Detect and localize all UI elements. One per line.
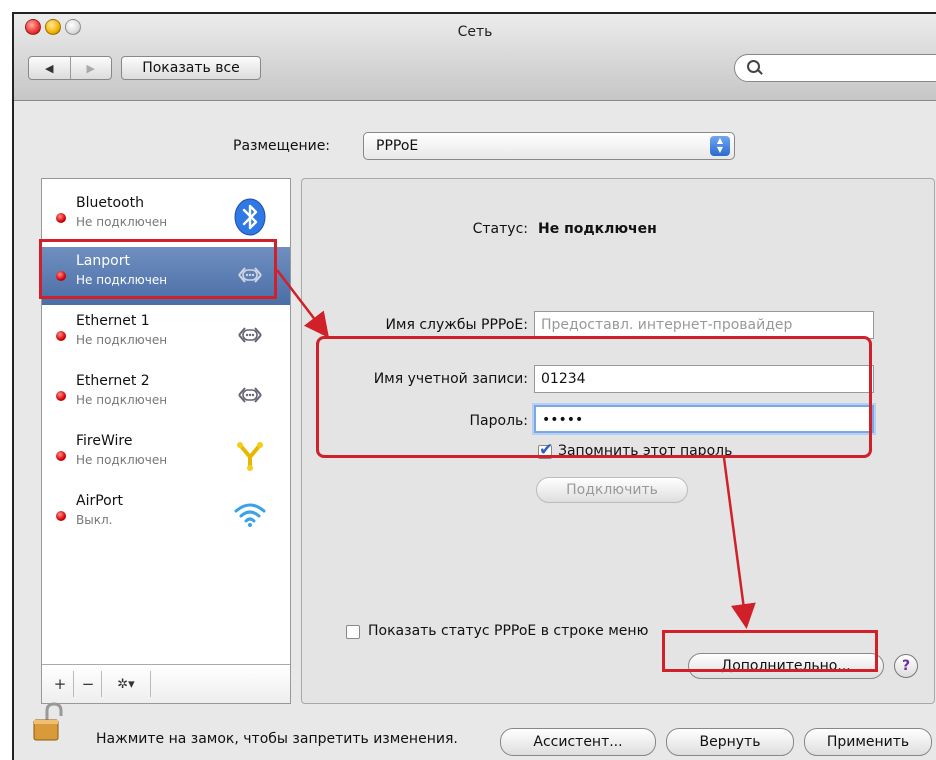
add-service-button[interactable]: +	[50, 673, 70, 695]
show-status-label: Показать статус PPPoE в строке меню	[368, 623, 649, 639]
service-name-label: Имя службы PPPoE:	[385, 317, 528, 333]
ethernet-icon	[238, 327, 262, 343]
show-all-button[interactable]: Показать все	[121, 56, 261, 80]
service-list-toolbar: + − ✲▾	[42, 664, 290, 703]
assistant-button[interactable]: Ассистент...	[500, 728, 656, 756]
service-name: AirPort	[76, 493, 123, 509]
gear-icon[interactable]: ✲▾	[106, 673, 146, 695]
revert-button[interactable]: Вернуть	[666, 728, 794, 756]
lanport-highlight	[39, 239, 277, 299]
search-field[interactable]	[734, 54, 936, 82]
status-dot-icon	[56, 331, 66, 341]
lock-hint-text: Нажмите на замок, чтобы запретить измене…	[96, 731, 458, 747]
status-value: Не подключен	[538, 221, 657, 237]
back-forward-control[interactable]: ◀ ▶	[28, 56, 112, 80]
status-dot-icon	[56, 391, 66, 401]
service-status: Не подключен	[76, 453, 168, 467]
credentials-highlight	[316, 336, 872, 458]
service-name: Ethernet 2	[76, 373, 150, 389]
location-label: Размещение:	[233, 138, 331, 154]
apply-button[interactable]: Применить	[804, 728, 932, 756]
connect-button[interactable]: Подключить	[536, 477, 688, 503]
divider	[73, 671, 74, 697]
service-item-ethernet-2[interactable]: Ethernet 2 Не подключен	[42, 367, 290, 425]
search-icon	[747, 60, 760, 73]
advanced-highlight	[662, 630, 878, 672]
status-dot-icon	[56, 213, 66, 223]
forward-arrow-icon[interactable]: ▶	[71, 57, 112, 79]
window-title: Сеть	[457, 24, 493, 40]
location-popup[interactable]: PPPoE ▲ ▼	[363, 132, 735, 160]
title-bar: Сеть ◀ ▶ Показать все	[14, 14, 936, 101]
show-status-checkbox[interactable]	[346, 625, 360, 639]
status-label: Статус:	[472, 221, 528, 237]
service-name: FireWire	[76, 433, 133, 449]
service-item-airport[interactable]: AirPort Выкл.	[42, 487, 290, 545]
service-status: Не подключен	[76, 393, 168, 407]
help-button[interactable]: ?	[894, 654, 918, 678]
service-name: Bluetooth	[76, 195, 144, 211]
back-arrow-icon[interactable]: ◀	[29, 57, 71, 79]
popup-arrows-icon: ▲ ▼	[710, 136, 730, 156]
ethernet-icon	[238, 387, 262, 403]
service-status: Выкл.	[76, 513, 113, 527]
service-item-ethernet-1[interactable]: Ethernet 1 Не подключен	[42, 307, 290, 365]
service-status: Не подключен	[76, 215, 168, 229]
firewire-icon	[237, 442, 263, 471]
lock-icon[interactable]	[32, 702, 64, 742]
service-name-field[interactable]: Предоставл. интернет-провайдер	[534, 311, 874, 339]
remove-service-button[interactable]: −	[78, 673, 98, 695]
service-status: Не подключен	[76, 333, 168, 347]
divider	[150, 671, 151, 697]
location-value: PPPoE	[376, 138, 419, 154]
status-dot-icon	[56, 451, 66, 461]
status-dot-icon	[56, 511, 66, 521]
divider	[101, 671, 102, 697]
wifi-icon	[234, 503, 266, 527]
bluetooth-icon	[234, 198, 266, 236]
service-name: Ethernet 1	[76, 313, 150, 329]
service-item-firewire[interactable]: FireWire Не подключен	[42, 427, 290, 485]
